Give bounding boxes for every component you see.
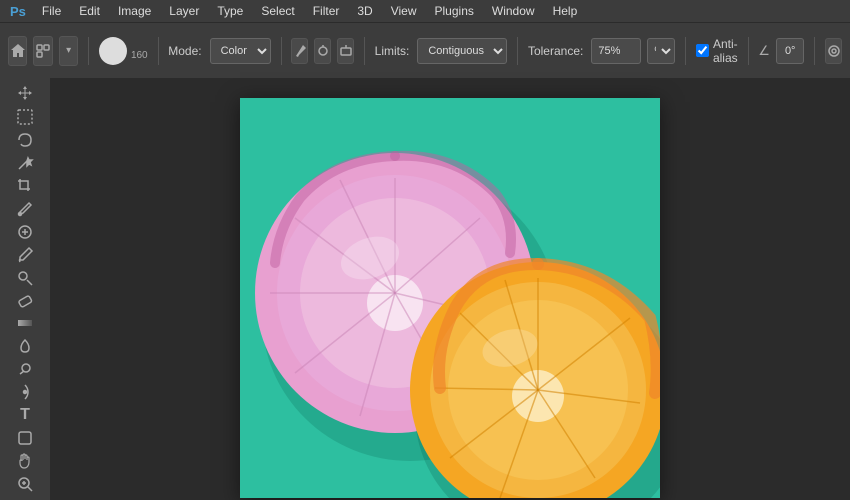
- tool-shape[interactable]: [9, 427, 41, 448]
- sample-button[interactable]: [337, 38, 354, 64]
- ps-logo: Ps: [4, 2, 32, 21]
- eyedropper-tool-button[interactable]: [291, 38, 308, 64]
- mode-label: Mode:: [168, 44, 201, 58]
- home-button[interactable]: [8, 36, 27, 66]
- toolbar-separator-3: [281, 37, 282, 65]
- tool-clone[interactable]: [9, 267, 41, 288]
- mode-select[interactable]: Color: [210, 38, 271, 64]
- antialias-checkbox[interactable]: [696, 44, 709, 57]
- toolbar-separator-1: [88, 37, 89, 65]
- tool-lasso[interactable]: [9, 130, 41, 151]
- tool-text[interactable]: T: [9, 404, 41, 425]
- menu-file[interactable]: File: [34, 2, 69, 20]
- tool-pen[interactable]: [9, 382, 41, 403]
- left-tool-panel: T: [0, 78, 50, 500]
- limits-select[interactable]: Contiguous: [417, 38, 507, 64]
- tool-marquee[interactable]: [9, 107, 41, 128]
- tool-hand[interactable]: [9, 450, 41, 471]
- toolbar-separator-5: [517, 37, 518, 65]
- toolbar-separator-4: [364, 37, 365, 65]
- limits-label: Limits:: [375, 44, 410, 58]
- toolbar-separator-6: [685, 37, 686, 65]
- menu-image[interactable]: Image: [110, 2, 159, 20]
- toolbar-separator-2: [158, 37, 159, 65]
- tool-crop[interactable]: [9, 176, 41, 197]
- menu-bar: Ps File Edit Image Layer Type Select Fil…: [0, 0, 850, 22]
- transform-tool-dropdown[interactable]: ▾: [59, 36, 78, 66]
- tool-dodge[interactable]: [9, 359, 41, 380]
- tolerance-input[interactable]: [591, 38, 641, 64]
- tolerance-label: Tolerance:: [528, 44, 583, 58]
- tool-blur[interactable]: [9, 336, 41, 357]
- brush-size-label: 160: [131, 50, 148, 61]
- target-button[interactable]: [825, 38, 842, 64]
- menu-type[interactable]: Type: [209, 2, 251, 20]
- tool-move[interactable]: [9, 84, 41, 105]
- color-picker-button[interactable]: [314, 38, 331, 64]
- menu-view[interactable]: View: [383, 2, 425, 20]
- antialias-label[interactable]: Anti-alias: [696, 37, 738, 65]
- menu-help[interactable]: Help: [545, 2, 586, 20]
- fruit-svg: [240, 98, 660, 498]
- tool-healing[interactable]: [9, 221, 41, 242]
- tolerance-unit-select[interactable]: %: [647, 38, 675, 64]
- menu-3d[interactable]: 3D: [349, 2, 380, 20]
- menu-plugins[interactable]: Plugins: [427, 2, 482, 20]
- tool-eraser[interactable]: [9, 290, 41, 311]
- tool-brush[interactable]: [9, 244, 41, 265]
- toolbar-separator-8: [814, 37, 815, 65]
- canvas-document[interactable]: [240, 98, 660, 498]
- canvas-area: [50, 78, 850, 500]
- tool-magic-wand[interactable]: [9, 153, 41, 174]
- brush-size-group: 160: [99, 37, 148, 65]
- menu-layer[interactable]: Layer: [161, 2, 207, 20]
- brush-preview[interactable]: [99, 37, 127, 65]
- menu-select[interactable]: Select: [253, 2, 302, 20]
- menu-filter[interactable]: Filter: [305, 2, 348, 20]
- menu-window[interactable]: Window: [484, 2, 543, 20]
- tool-zoom[interactable]: [9, 473, 41, 494]
- tool-eyedropper[interactable]: [9, 198, 41, 219]
- options-toolbar: ▾ 160 Mode: Color Limits: Contiguous: [0, 22, 850, 78]
- angle-display: 0°: [776, 38, 805, 64]
- move-tool-button[interactable]: [33, 36, 52, 66]
- angle-symbol-icon: ∠: [758, 43, 770, 59]
- toolbar-separator-7: [748, 37, 749, 65]
- menu-edit[interactable]: Edit: [71, 2, 108, 20]
- tool-gradient[interactable]: [9, 313, 41, 334]
